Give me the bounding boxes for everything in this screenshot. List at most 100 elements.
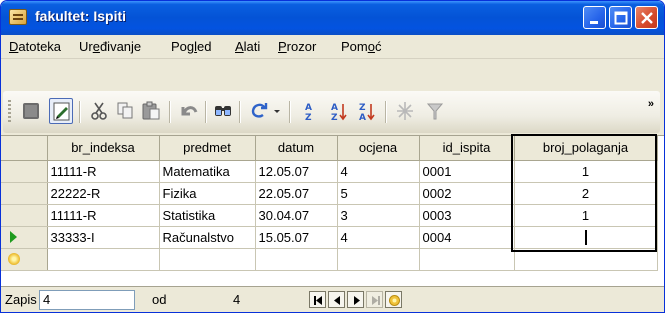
menu-alati[interactable]: Alati [235,39,260,54]
column-header-id-ispita[interactable]: id_ispita [419,136,515,161]
toolbar-grip[interactable] [8,100,11,124]
sort-descending-icon[interactable]: AZ [327,98,351,124]
cell-predmet[interactable]: Statistika [159,204,256,227]
select-all-corner[interactable] [1,136,48,161]
toolbar-separator [289,101,290,123]
datasheet: br_indeksa predmet datum ocjena id_ispit… [1,134,664,286]
svg-text:Z: Z [305,113,312,123]
cell-predmet[interactable]: Matematika [159,160,256,183]
undo-icon[interactable] [177,98,201,124]
cell-br-indeksa[interactable]: 11111-R [47,204,160,227]
cell-ocjena[interactable]: 4 [337,160,420,183]
row-selector[interactable] [1,226,48,249]
cell-id-ispita[interactable]: 0003 [419,204,515,227]
redo-dropdown-icon[interactable] [271,98,283,124]
first-record-button[interactable] [309,291,326,308]
menu-datoteka[interactable]: Datoteka [9,39,61,54]
column-header-ocjena[interactable]: ocjena [337,136,420,161]
minimize-icon [590,21,598,24]
cell-empty[interactable] [159,248,256,271]
next-record-icon [354,296,360,305]
cell-br-indeksa[interactable]: 11111-R [47,160,160,183]
next-record-button[interactable] [347,291,364,308]
previous-record-icon [334,296,340,305]
maximize-button[interactable] [609,6,632,29]
close-icon [641,12,653,24]
find-icon[interactable] [211,98,235,124]
toolbar-separator [385,101,386,123]
column-header-datum[interactable]: datum [255,136,338,161]
view-icon[interactable] [19,98,43,124]
current-record-arrow-icon [10,231,17,243]
total-records: 4 [233,292,241,307]
cell-ocjena[interactable]: 3 [337,204,420,227]
title-bar[interactable]: fakultet: Ispiti [1,1,664,35]
sort-za-icon[interactable]: ZA [355,98,379,124]
last-record-icon [372,296,380,305]
toolbar-overflow-icon[interactable]: » [648,98,654,110]
cell-id-ispita[interactable]: 0004 [419,226,515,249]
filter-icon[interactable] [423,98,447,124]
app-window: fakultet: Ispiti Datoteka Uređivanje Pog… [0,0,665,313]
new-record-star-icon [8,253,20,265]
filter-by-selection-icon[interactable] [393,98,417,124]
row-selector[interactable] [1,248,48,271]
column-header-br-indeksa[interactable]: br_indeksa [47,136,160,161]
design-view-icon[interactable] [49,98,73,124]
new-record-button[interactable] [385,291,402,308]
minimize-button[interactable] [583,6,606,29]
cell-empty[interactable] [47,248,160,271]
toolbar-strip: AZ AZ ZA » [3,91,660,133]
close-button[interactable] [635,6,658,29]
column-header-broj-polaganja[interactable]: broj_polaganja [514,136,658,161]
new-record-row [1,248,658,271]
svg-text:A: A [331,103,338,113]
cell-broj-polaganja[interactable]: 2 [514,182,658,205]
cell-ocjena[interactable]: 4 [337,226,420,249]
record-label: Zapis [5,292,37,307]
cell-broj-polaganja[interactable]: 1 [514,204,658,227]
svg-text:A: A [359,113,366,123]
cell-broj-polaganja-editing[interactable] [514,226,658,249]
cell-id-ispita[interactable]: 0002 [419,182,515,205]
cell-datum[interactable]: 30.04.07 [255,204,338,227]
menu-prozor[interactable]: Prozor [278,39,316,54]
cell-datum[interactable]: 12.05.07 [255,160,338,183]
cell-broj-polaganja[interactable]: 1 [514,160,658,183]
cell-empty[interactable] [255,248,338,271]
svg-text:A: A [305,103,312,113]
row-selector[interactable] [1,182,48,205]
column-header-predmet[interactable]: predmet [159,136,256,161]
cell-id-ispita[interactable]: 0001 [419,160,515,183]
row-selector[interactable] [1,204,48,227]
sort-ascending-icon[interactable]: AZ [297,98,321,124]
copy-icon[interactable] [113,98,137,124]
menu-pogled[interactable]: Pogled [171,39,212,54]
cell-empty[interactable] [514,248,658,271]
cell-predmet[interactable]: Fizika [159,182,256,205]
cell-empty[interactable] [337,248,420,271]
menu-uredivanje[interactable]: Uređivanje [79,39,141,54]
last-record-button[interactable] [366,291,383,308]
redo-icon[interactable] [247,98,271,124]
table-row: 11111-R Statistika 30.04.07 3 0003 1 [1,204,658,227]
cell-br-indeksa[interactable]: 22222-R [47,182,160,205]
cell-datum[interactable]: 22.05.07 [255,182,338,205]
row-selector[interactable] [1,160,48,183]
window-title: fakultet: Ispiti [35,8,127,24]
new-record-icon [389,295,400,306]
previous-record-button[interactable] [328,291,345,308]
cell-br-indeksa[interactable]: 33333-I [47,226,160,249]
table-row: 11111-R Matematika 12.05.07 4 0001 1 [1,160,658,183]
text-caret [584,230,587,246]
cell-predmet[interactable]: Računalstvo [159,226,256,249]
toolbar: AZ AZ ZA » [1,89,664,135]
cell-empty[interactable] [419,248,515,271]
cell-datum[interactable]: 15.05.07 [255,226,338,249]
svg-text:Z: Z [359,103,366,113]
menu-pomoc[interactable]: Pomoć [341,39,381,54]
current-record-field[interactable]: 4 [39,290,135,310]
cell-ocjena[interactable]: 5 [337,182,420,205]
cut-icon[interactable] [87,98,111,124]
paste-icon[interactable] [139,98,163,124]
